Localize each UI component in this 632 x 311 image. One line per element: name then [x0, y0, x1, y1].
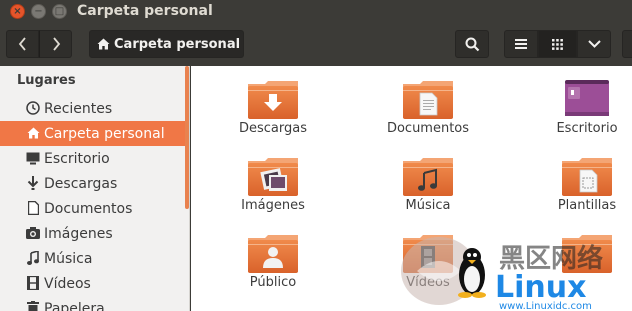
watermark: 黑区网络 Linux www.Linuxidc.com — [399, 231, 632, 311]
file-name: Descargas — [238, 121, 307, 136]
home-icon — [97, 38, 110, 50]
download-icon — [26, 176, 40, 190]
menu-button[interactable] — [622, 30, 632, 58]
home-icon — [26, 126, 40, 140]
minimize-window-button[interactable]: − — [31, 4, 46, 19]
trash-icon — [26, 301, 40, 311]
sidebar-item-label: Documentos — [44, 200, 133, 217]
file-item-plantillas[interactable]: Plantillas — [532, 143, 632, 215]
search-icon — [465, 37, 479, 51]
sidebar-item-videos[interactable]: Vídeos — [0, 271, 186, 296]
desktop-icon — [26, 151, 40, 165]
file-item-escritorio[interactable]: Escritorio — [532, 66, 632, 138]
pictures-folder-icon — [248, 158, 298, 196]
documents-folder-icon — [403, 81, 453, 119]
title-bar: × − □ Carpeta personal — [0, 0, 632, 22]
grid-view-icon — [552, 38, 563, 50]
file-name: Plantillas — [557, 198, 617, 213]
sidebar-item-label: Recientes — [44, 100, 113, 117]
sidebar-item-musica[interactable]: Música — [0, 246, 186, 271]
watermark-logo: 黑区网络 Linux www.Linuxidc.com — [401, 237, 603, 311]
list-view-button[interactable] — [504, 30, 538, 58]
watermark-domain-text: www.Linuxidc.com — [499, 301, 592, 311]
watermark-brand-text: Linux — [495, 270, 586, 305]
sidebar-item-documentos[interactable]: Documentos — [0, 196, 186, 221]
back-button[interactable] — [6, 30, 39, 58]
sidebar-header: Lugares — [17, 73, 76, 88]
file-item-publico[interactable]: Público — [218, 220, 328, 292]
document-icon — [26, 201, 40, 215]
file-item-musica[interactable]: Música — [373, 143, 483, 215]
path-bar-label: Carpeta personal — [114, 36, 241, 52]
file-item-documentos[interactable]: Documentos — [373, 66, 483, 138]
sidebar-item-label: Vídeos — [44, 275, 91, 292]
file-item-descargas[interactable]: Descargas — [218, 66, 328, 138]
sidebar-item-carpeta-personal[interactable]: Carpeta personal — [0, 121, 186, 146]
chevron-left-icon — [18, 37, 26, 51]
sidebar-item-label: Música — [44, 250, 93, 267]
file-name: Imágenes — [241, 198, 305, 213]
search-button[interactable] — [455, 30, 489, 58]
file-name: Música — [405, 198, 451, 213]
sidebar-item-escritorio[interactable]: Escritorio — [0, 146, 186, 171]
sidebar-item-descargas[interactable]: Descargas — [0, 171, 186, 196]
camera-icon — [26, 226, 40, 240]
file-item-imagenes[interactable]: Imágenes — [218, 143, 328, 215]
grid-view-button[interactable] — [538, 30, 577, 58]
sidebar-item-label: Carpeta personal — [44, 125, 165, 142]
chevron-right-icon — [52, 37, 60, 51]
file-name: Público — [249, 275, 297, 290]
sidebar-item-label: Papelera — [44, 300, 105, 311]
clock-icon — [26, 101, 40, 115]
sidebar-item-label: Escritorio — [44, 150, 110, 167]
film-icon — [26, 276, 40, 290]
music-icon — [26, 251, 40, 265]
music-folder-icon — [403, 158, 453, 196]
download-folder-icon — [248, 81, 298, 119]
toolbar: Carpeta personal — [0, 22, 632, 66]
sidebar-item-label: Imágenes — [44, 225, 113, 242]
sidebar-item-papelera[interactable]: Papelera — [0, 296, 186, 311]
sidebar-item-recientes[interactable]: Recientes — [0, 96, 186, 121]
desktop-folder-icon — [565, 80, 609, 116]
sidebar: Lugares Recientes Carpeta personal Escri… — [0, 66, 190, 311]
file-name: Documentos — [386, 121, 470, 136]
chevron-down-icon — [587, 40, 601, 48]
close-window-button[interactable]: × — [10, 4, 25, 19]
maximize-window-button[interactable]: □ — [52, 4, 67, 19]
list-view-icon — [515, 39, 527, 49]
file-name: Escritorio — [556, 121, 618, 136]
view-options-button[interactable] — [577, 30, 611, 58]
forward-button[interactable] — [39, 30, 72, 58]
templates-folder-icon — [562, 158, 612, 196]
sidebar-scrollbar[interactable] — [185, 66, 189, 209]
public-folder-icon — [248, 235, 298, 273]
sidebar-item-imagenes[interactable]: Imágenes — [0, 221, 186, 246]
path-bar-home-button[interactable]: Carpeta personal — [89, 30, 244, 58]
sidebar-item-label: Descargas — [44, 175, 118, 192]
window-title: Carpeta personal — [77, 3, 213, 19]
